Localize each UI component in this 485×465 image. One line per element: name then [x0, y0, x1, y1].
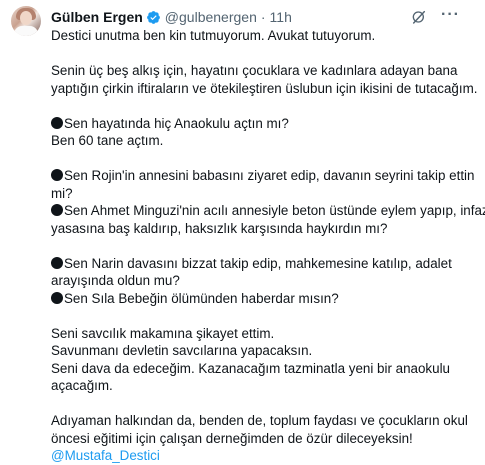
- bullet-icon: [51, 116, 63, 129]
- question-line: Sen Ahmet Minguzi'nin acılı annesiyle be…: [51, 202, 485, 220]
- tweet-header: Gülben Ergen @gulbenergen · 11h: [51, 8, 292, 26]
- text-line: mi?: [51, 185, 73, 201]
- tweet-timestamp[interactable]: 11h: [270, 9, 292, 25]
- more-options-icon[interactable]: ···: [441, 7, 459, 26]
- text-line: yasasına baş kaldırıp, haksızlık karşısı…: [51, 220, 388, 236]
- bullet-icon: [51, 204, 63, 216]
- verified-badge-icon: [146, 10, 160, 24]
- question-line: Sen hayatında hiç Anaokulu açtın mı?: [51, 115, 476, 133]
- text-line: Ben 60 tane açtım.: [51, 133, 164, 148]
- text-line: açacağım.: [51, 378, 113, 393]
- bullet-icon: [51, 169, 63, 181]
- text-line: yaptığın çirkin iftiraların ve ötekileşt…: [51, 80, 478, 96]
- text-line: Destici unutma ben kin tutmuyorum. Avuka…: [51, 28, 376, 43]
- question-line: Sen Rojin'in annesini babasını ziyaret e…: [51, 167, 476, 185]
- mention-link[interactable]: @Mustafa_Destici: [51, 447, 476, 465]
- author-name[interactable]: Gülben Ergen: [51, 9, 143, 25]
- text-line: Seni savcılık makamına şikayet ettim.: [51, 325, 275, 341]
- text-line: öncesi eğitimi için çalışan derneğimden …: [51, 430, 413, 446]
- text-line: arayışında oldun mu?: [51, 273, 180, 288]
- text-line: Senin üç beş alkış için, hayatını çocukl…: [51, 63, 458, 78]
- text-line: Adıyaman halkından da, benden de, toplum…: [51, 413, 468, 428]
- text-line: Savunmanı devletin savcılarına yapacaksı…: [51, 343, 313, 358]
- question-line: Sen Narin davasını bizzat takip edip, ma…: [51, 255, 476, 273]
- header-separator: ·: [260, 9, 266, 25]
- author-avatar[interactable]: [11, 6, 41, 36]
- bullet-icon: [51, 256, 63, 269]
- bullet-icon: [51, 291, 63, 304]
- question-line: Sen Sıla Bebeğin ölümünden haberdar mısı…: [51, 290, 476, 308]
- grok-icon[interactable]: [411, 9, 427, 25]
- tweet-text: Destici unutma ben kin tutmuyorum. Avuka…: [51, 27, 485, 465]
- text-line: Seni dava da edeceğim. Kazanacağım tazmi…: [51, 360, 450, 376]
- author-handle[interactable]: @gulbenergen: [165, 9, 257, 25]
